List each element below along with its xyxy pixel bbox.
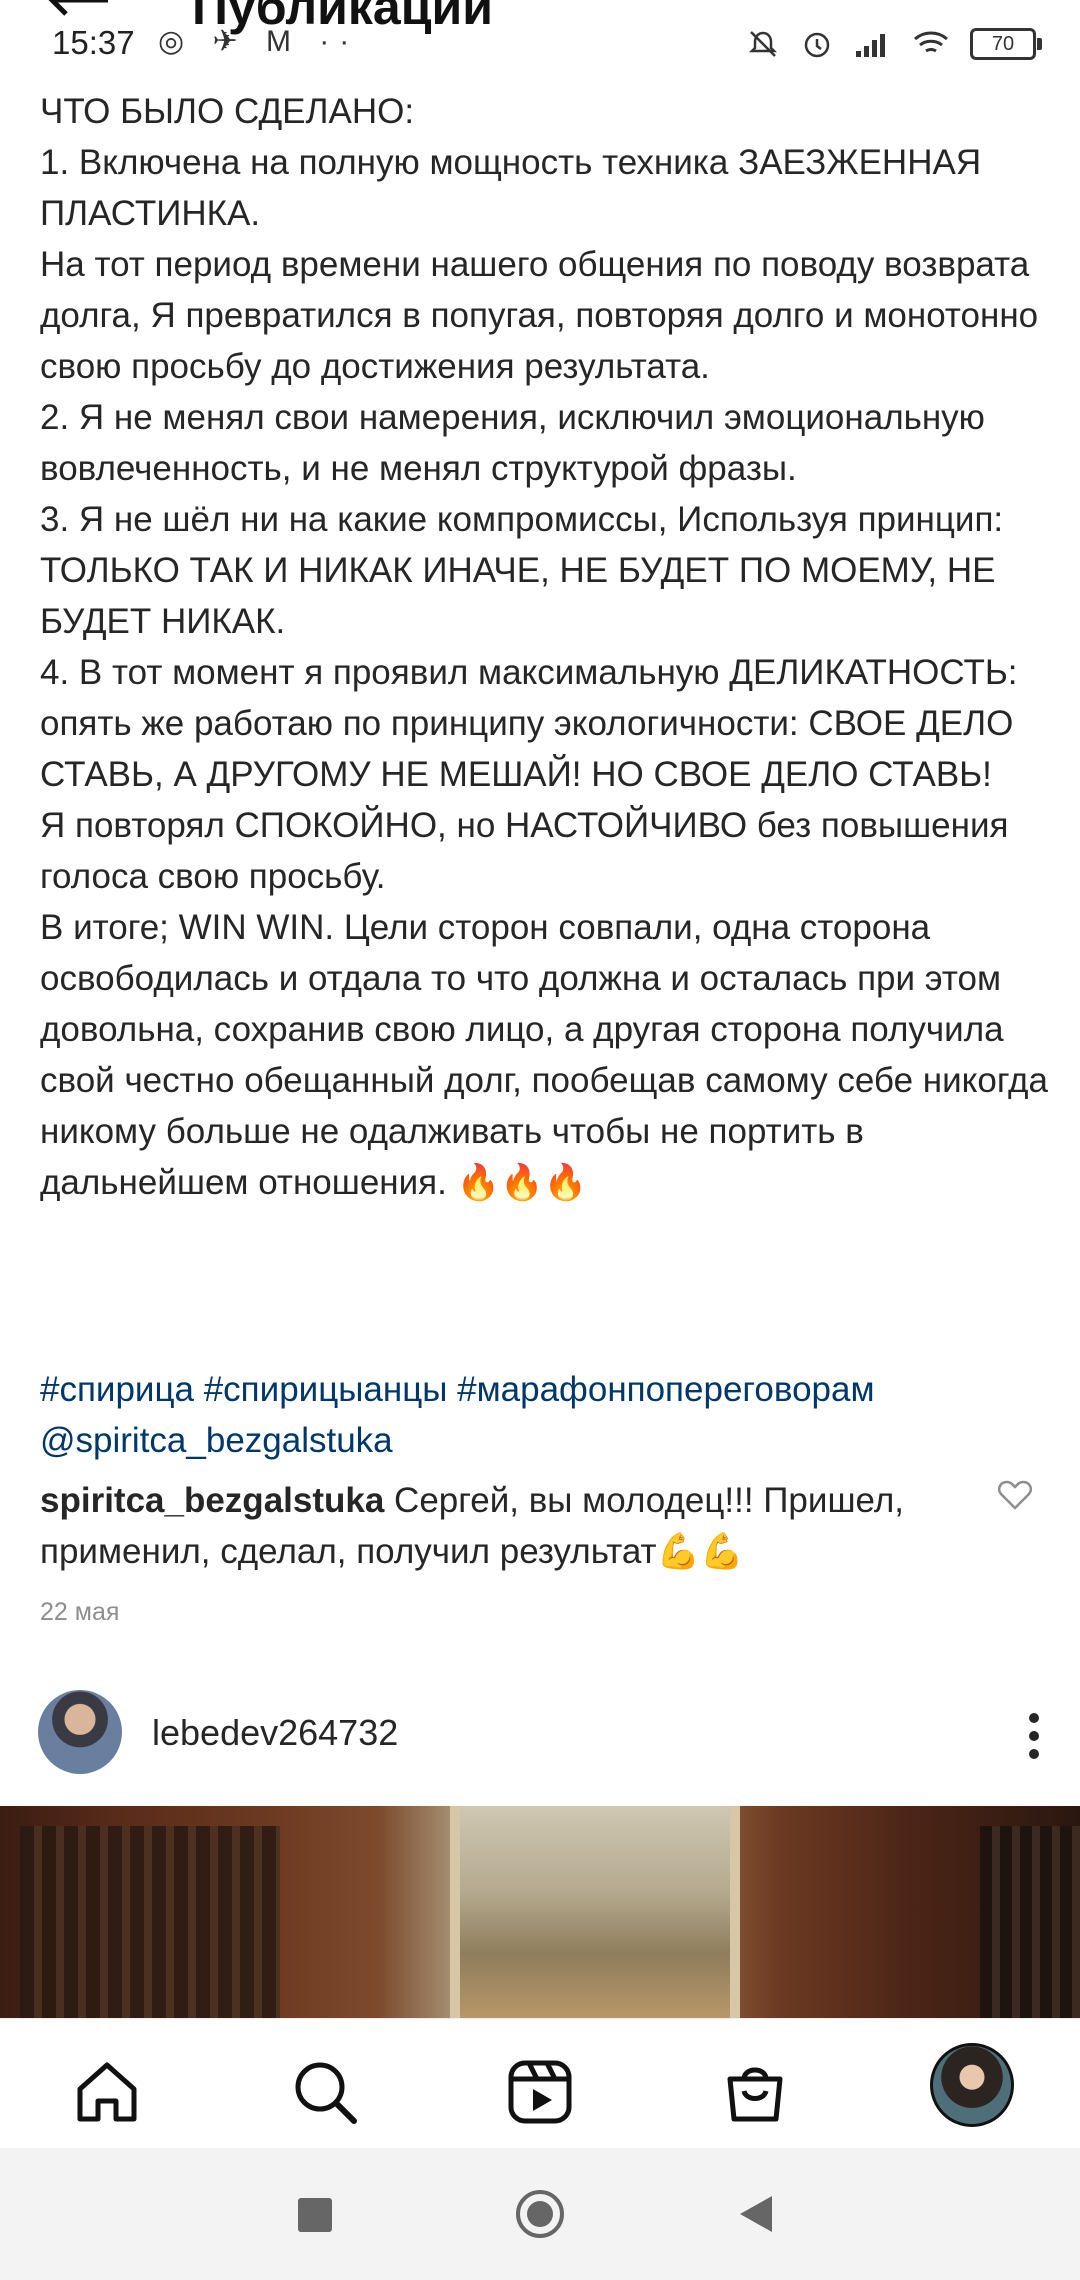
shop-icon[interactable]: [720, 2057, 790, 2127]
post-image[interactable]: [0, 1806, 1080, 2018]
post-date: 22 мая: [40, 1598, 120, 1626]
back-arrow-icon[interactable]: [42, 0, 112, 22]
next-post-header: lebedev264732: [0, 1690, 1080, 1780]
post-caption: ЧТО БЫЛО СДЕЛАНО: 1. Включена на полную …: [40, 92, 1048, 1202]
post-hashtags[interactable]: #спирица #спирицыанцы #марафонпоперегово…: [40, 1364, 1050, 1466]
heart-icon[interactable]: [998, 1480, 1032, 1510]
recents-button[interactable]: [298, 2198, 332, 2232]
post-username[interactable]: lebedev264732: [152, 1712, 398, 1754]
home-button[interactable]: [516, 2190, 564, 2238]
search-icon[interactable]: [290, 2057, 360, 2127]
reels-icon[interactable]: [505, 2057, 575, 2127]
system-navigation-bar: [0, 2148, 1080, 2280]
avatar[interactable]: [38, 1690, 122, 1774]
bottom-navigation: [0, 2018, 1080, 2149]
back-button[interactable]: [740, 2196, 772, 2232]
home-icon[interactable]: [72, 2057, 142, 2127]
bookshelf-right: [980, 1826, 1080, 2018]
comment-username[interactable]: spiritca_bezgalstuka: [40, 1481, 384, 1520]
more-options-icon[interactable]: [1028, 1712, 1040, 1760]
header: Публикации: [0, 0, 1080, 42]
profile-avatar[interactable]: [930, 2043, 1014, 2127]
page-title: Публикации: [192, 0, 493, 35]
comment: spiritca_bezgalstuka Сергей, вы молодец!…: [40, 1475, 970, 1577]
painting: [450, 1806, 740, 2018]
bookshelf-left: [20, 1826, 280, 2018]
